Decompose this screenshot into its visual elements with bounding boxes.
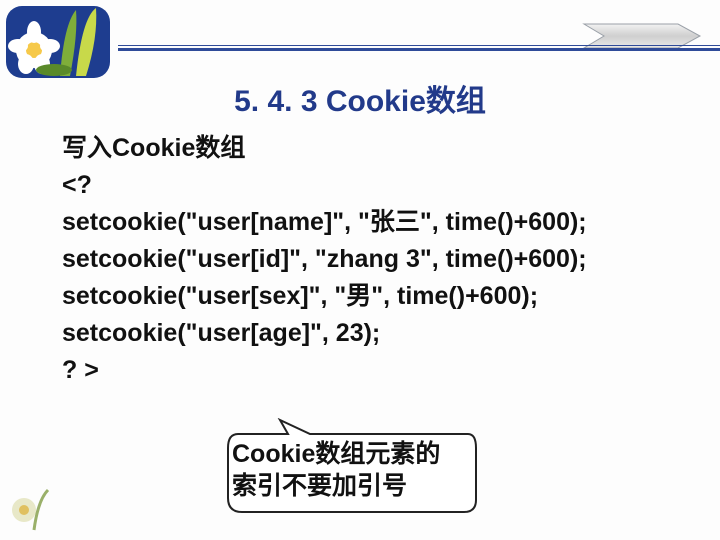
callout-text: Cookie数组元素的 索引不要加引号 bbox=[232, 438, 470, 502]
code-line: setcookie("user[sex]", "男", time()+600); bbox=[62, 278, 680, 315]
code-line: ? > bbox=[62, 352, 680, 389]
slide-title: 5. 4. 3 Cookie数组 bbox=[0, 76, 720, 120]
callout-line-2: 索引不要加引号 bbox=[232, 472, 407, 500]
header-rule bbox=[118, 48, 720, 51]
section-subtitle: 写入Cookie数组 bbox=[62, 130, 680, 167]
code-line: setcookie("user[id]", "zhang 3", time()+… bbox=[62, 241, 680, 278]
footer-ornament bbox=[4, 480, 60, 536]
code-line: setcookie("user[name]", "张三", time()+600… bbox=[62, 204, 680, 241]
code-line: <? bbox=[62, 167, 680, 204]
callout-bubble: Cookie数组元素的 索引不要加引号 bbox=[218, 418, 480, 528]
callout-line-1: Cookie数组元素的 bbox=[232, 440, 440, 468]
slide-body: 写入Cookie数组 <? setcookie("user[name]", "张… bbox=[62, 130, 680, 389]
flower-logo bbox=[4, 4, 112, 80]
code-line: setcookie("user[age]", 23); bbox=[62, 315, 680, 352]
